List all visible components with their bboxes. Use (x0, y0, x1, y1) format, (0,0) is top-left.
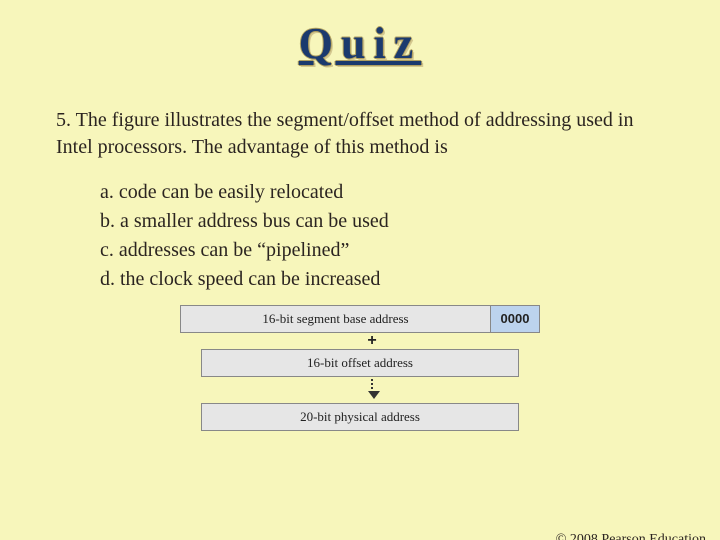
physical-address-box: 20-bit physical address (201, 403, 519, 431)
offset-box: 16-bit offset address (201, 349, 519, 377)
implied-zeros-box: 0000 (490, 305, 540, 333)
option-a: a. code can be easily relocated (100, 181, 664, 204)
question-number: 5. (56, 109, 71, 131)
diagram-row-segment: 16-bit segment base address 0000 (180, 305, 540, 333)
page-title: Quiz (0, 18, 720, 69)
segment-base-box: 16-bit segment base address (180, 305, 490, 333)
arrow-down-icon (180, 379, 540, 401)
diagram: 16-bit segment base address 0000 + 16-bi… (180, 305, 540, 431)
option-d: d. the clock speed can be increased (100, 268, 664, 291)
plus-icon: + (180, 335, 540, 347)
content-area: 5. The figure illustrates the segment/of… (56, 107, 664, 431)
question-text: 5. The figure illustrates the segment/of… (56, 107, 664, 161)
option-b: b. a smaller address bus can be used (100, 210, 664, 233)
option-c: c. addresses can be “pipelined” (100, 239, 664, 262)
answer-options: a. code can be easily relocated b. a sma… (100, 181, 664, 291)
copyright-footer: © 2008 Pearson Education (556, 532, 706, 540)
question-body: The figure illustrates the segment/offse… (56, 109, 633, 158)
